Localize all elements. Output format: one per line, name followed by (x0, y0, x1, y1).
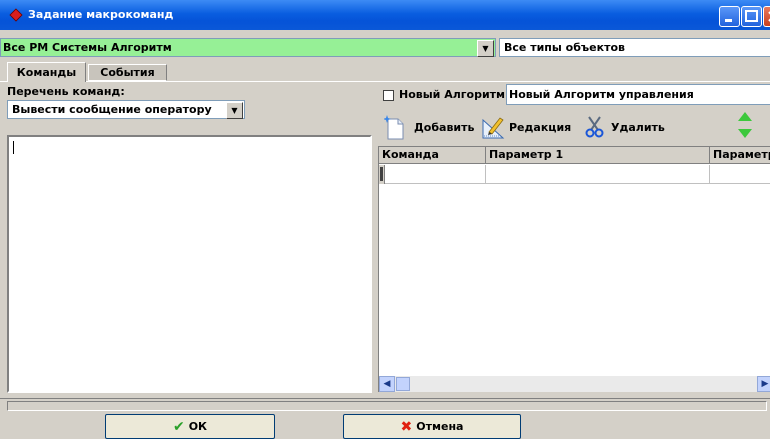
app-icon (9, 8, 23, 22)
scroll-left-icon[interactable]: ◀ (379, 376, 395, 392)
algorithm-name-value: Новый Алгоритм управления (509, 88, 694, 101)
column-header-command[interactable]: Команда (379, 147, 486, 164)
status-panel (7, 401, 767, 411)
new-document-icon (384, 115, 404, 140)
cancel-button-label: Отмена (416, 420, 464, 433)
new-algorithm-label: Новый Алгоритм (399, 88, 506, 101)
table-row[interactable] (379, 165, 770, 184)
column-header-param[interactable]: Параметр (710, 147, 770, 164)
scroll-right-icon[interactable]: ▶ (757, 376, 770, 392)
column-header-param1[interactable]: Параметр 1 (486, 147, 710, 164)
status-bar (0, 398, 770, 412)
ok-button-label: ОК (188, 420, 208, 433)
station-combo-value: Все РМ Системы Алгоритм (3, 41, 172, 54)
grid-header: Команда Параметр 1 Параметр (379, 147, 770, 164)
cell-param[interactable] (710, 165, 770, 184)
cross-icon: ✖ (400, 419, 413, 435)
edit-button-label: Редакция (509, 121, 572, 134)
object-types-combo[interactable]: Все типы объектов ▼ (499, 38, 770, 57)
edit-button[interactable]: Редакция (481, 114, 571, 140)
minimize-button[interactable] (719, 6, 740, 27)
window-title: Задание макрокоманд (28, 8, 174, 21)
cell-command[interactable] (385, 165, 486, 184)
algorithm-name-field[interactable]: Новый Алгоритм управления (506, 84, 770, 105)
maximize-button[interactable] (741, 6, 762, 27)
delete-button[interactable]: Удалить (585, 114, 665, 140)
text-cursor (13, 141, 14, 154)
checkmark-icon: ✔ (172, 419, 185, 435)
move-up-arrow-icon[interactable] (737, 111, 753, 123)
edit-icon (482, 117, 505, 139)
title-bar: Задание макрокоманд (0, 0, 770, 30)
delete-button-label: Удалить (611, 121, 665, 134)
new-algorithm-checkbox[interactable] (383, 90, 394, 101)
minimize-icon (725, 19, 732, 22)
add-button-label: Добавить (414, 121, 475, 134)
ok-button[interactable]: ✔ ОК (105, 414, 275, 439)
tab-strip-line (0, 81, 770, 82)
maximize-icon (745, 10, 758, 22)
object-types-value: Все типы объектов (504, 41, 625, 54)
horizontal-scrollbar[interactable]: ◀ ▶ (379, 376, 770, 392)
cell-param1[interactable] (486, 165, 710, 184)
command-list-label: Перечень команд: (7, 85, 125, 98)
move-down-arrow-icon[interactable] (737, 127, 753, 139)
scrollbar-thumb[interactable] (396, 377, 410, 391)
chevron-down-icon[interactable]: ▼ (477, 40, 494, 57)
command-combo-value: Вывести сообщение оператору (12, 103, 212, 116)
command-combo[interactable]: Вывести сообщение оператору ▼ (7, 100, 245, 119)
command-text-editor[interactable] (7, 135, 372, 393)
cancel-button[interactable]: ✖ Отмена (343, 414, 521, 439)
add-button[interactable]: Добавить (384, 114, 475, 140)
close-icon (768, 11, 770, 22)
close-button[interactable] (763, 6, 770, 27)
station-combo[interactable]: Все РМ Системы Алгоритм ▼ (0, 38, 496, 57)
tab-events[interactable]: События (88, 64, 167, 81)
scissors-icon (585, 116, 604, 138)
chevron-down-icon[interactable]: ▼ (226, 102, 243, 119)
tab-commands[interactable]: Команды (7, 62, 86, 82)
commands-grid[interactable]: Команда Параметр 1 Параметр (378, 146, 770, 392)
